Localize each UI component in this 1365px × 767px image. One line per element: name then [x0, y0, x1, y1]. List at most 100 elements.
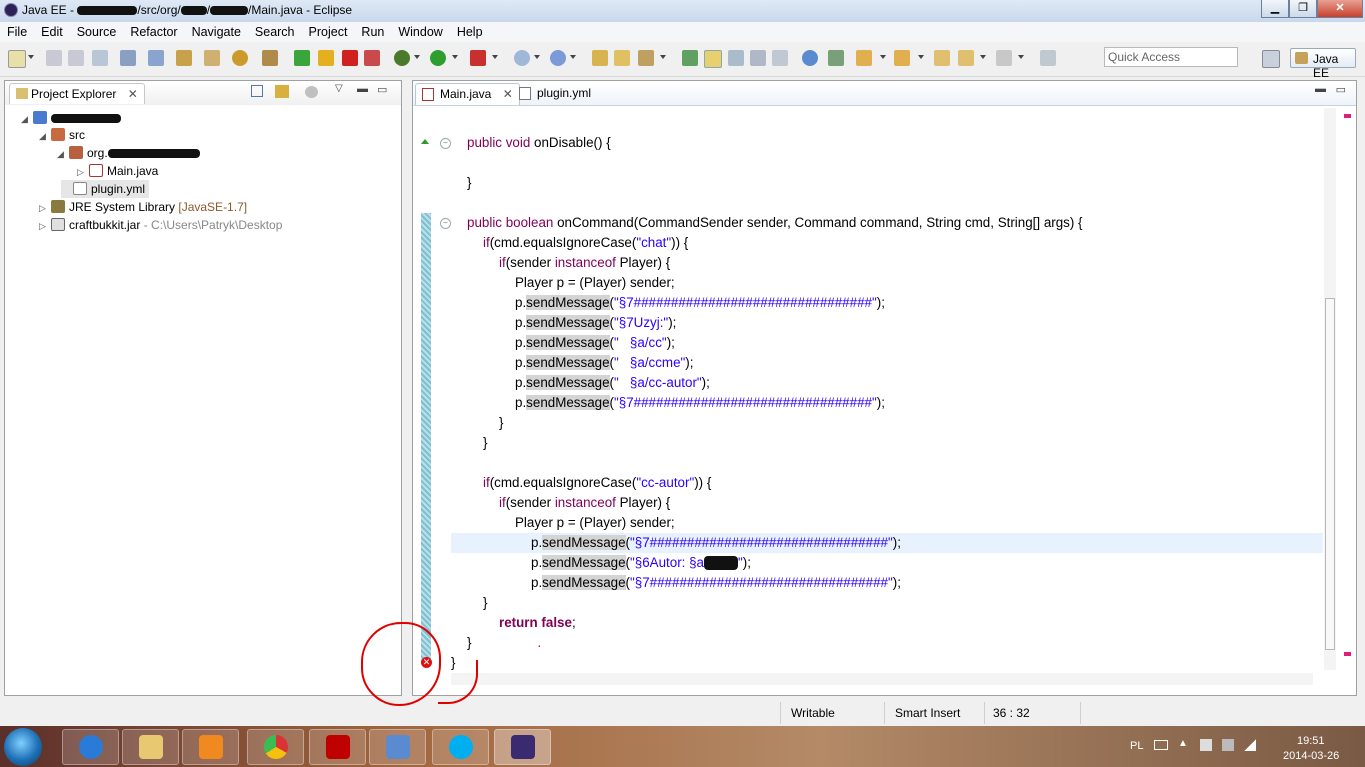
tree-craftbukkit[interactable]: ▷ craftbukkit.jar - C:\Users\Patryk\Deskt…: [39, 216, 282, 234]
tab-plugin-yml[interactable]: plugin.yml: [513, 83, 597, 104]
minimize-button[interactable]: ▁: [1261, 0, 1289, 18]
save-all-icon[interactable]: [68, 50, 84, 66]
vertical-scrollbar[interactable]: [1324, 108, 1336, 670]
annotation-icon[interactable]: [828, 50, 844, 66]
pencil-icon[interactable]: [638, 50, 654, 66]
fold-toggle-icon[interactable]: −: [440, 218, 451, 229]
code-line: public void onDisable() {: [467, 135, 611, 150]
menu-file[interactable]: File: [0, 25, 34, 39]
new-class-icon[interactable]: [550, 50, 566, 66]
external-tools-icon[interactable]: [176, 50, 192, 66]
paragraph-icon[interactable]: [772, 50, 788, 66]
print-icon[interactable]: [92, 50, 108, 66]
maximize-button[interactable]: ❐: [1289, 0, 1317, 18]
refresh-icon[interactable]: [232, 50, 248, 66]
disconnect-icon[interactable]: [364, 50, 380, 66]
tab-main-java[interactable]: Main.java ✕: [415, 83, 520, 105]
keyboard-icon[interactable]: [1154, 740, 1168, 750]
quick-access-input[interactable]: Quick Access: [1104, 47, 1238, 67]
close-tab-icon[interactable]: ✕: [128, 87, 138, 101]
maximize-view-icon[interactable]: ▭: [377, 83, 387, 96]
debug-icon[interactable]: [394, 50, 410, 66]
folder-icon[interactable]: [614, 50, 630, 66]
server-icon[interactable]: [262, 50, 278, 66]
tree-package[interactable]: ◢ org.: [57, 144, 200, 162]
taskbar-explorer[interactable]: [122, 729, 179, 765]
error-overview-marker[interactable]: [1344, 114, 1351, 118]
open-folder-icon[interactable]: [592, 50, 608, 66]
new-server-icon[interactable]: [514, 50, 530, 66]
view-menu-icon[interactable]: [305, 86, 318, 98]
save-icon[interactable]: [46, 50, 62, 66]
maximize-view-icon[interactable]: ▭: [1336, 83, 1346, 96]
taskbar-ie[interactable]: [62, 729, 119, 765]
menu-project[interactable]: Project: [302, 25, 355, 39]
open-perspective-icon[interactable]: [1262, 50, 1280, 68]
menu-source[interactable]: Source: [70, 25, 124, 39]
taskbar-chrome[interactable]: [247, 729, 304, 765]
show-hidden-icon[interactable]: ▲: [1178, 738, 1188, 749]
collapse-all-icon[interactable]: [251, 85, 263, 97]
toggle-icon[interactable]: [148, 50, 164, 66]
override-marker-icon[interactable]: [421, 139, 429, 144]
minimize-view-icon[interactable]: ▬: [357, 83, 368, 95]
tree-src[interactable]: ◢ src: [39, 126, 85, 144]
skip-breakpoints-icon[interactable]: [120, 50, 136, 66]
network-icon[interactable]: [1244, 739, 1256, 751]
taskbar-eclipse[interactable]: [494, 729, 551, 765]
language-indicator[interactable]: PL: [1130, 740, 1143, 752]
globe-icon[interactable]: [802, 50, 818, 66]
code-line: p.sendMessage(" §a/ccme");: [515, 355, 694, 370]
terminate-icon[interactable]: [342, 50, 358, 66]
tree-jre[interactable]: ▷ JRE System Library [JavaSE-1.7]: [39, 198, 247, 216]
tree-plugin-yml[interactable]: plugin.yml: [61, 180, 150, 198]
close-tab-icon[interactable]: ✕: [503, 87, 513, 101]
mark-occurrences-icon[interactable]: [704, 50, 722, 68]
open-type-icon[interactable]: [204, 50, 220, 66]
taskbar-filezilla[interactable]: [309, 729, 366, 765]
minimize-view-icon[interactable]: ▬: [1315, 83, 1326, 95]
horizontal-scrollbar[interactable]: [451, 673, 1313, 685]
search-tool-icon[interactable]: [682, 50, 698, 66]
link-editor-icon[interactable]: [275, 85, 289, 98]
tree-main-java[interactable]: ▷ Main.java: [77, 162, 158, 180]
suspend-icon[interactable]: [318, 50, 334, 66]
code-editor[interactable]: public void onDisable() { } public boole…: [451, 108, 1323, 674]
start-button[interactable]: [4, 728, 42, 766]
menu-navigate[interactable]: Navigate: [185, 25, 248, 39]
tree-project[interactable]: ◢: [21, 109, 121, 127]
taskbar-media[interactable]: [182, 729, 239, 765]
run-icon[interactable]: [430, 50, 446, 66]
taskbar-skype[interactable]: [432, 729, 489, 765]
tab-project-explorer[interactable]: Project Explorer ✕: [9, 83, 145, 104]
close-button[interactable]: ✕: [1317, 0, 1363, 18]
battery-icon[interactable]: [1222, 739, 1234, 751]
external-run-icon[interactable]: [470, 50, 486, 66]
clock-time[interactable]: 19:51: [1297, 735, 1325, 747]
chevron-down-icon[interactable]: ▽: [335, 83, 343, 94]
menu-help[interactable]: Help: [450, 25, 490, 39]
last-edit-icon[interactable]: [934, 50, 950, 66]
error-overview-marker[interactable]: [1344, 652, 1351, 656]
action-center-icon[interactable]: [1200, 739, 1212, 751]
resume-icon[interactable]: [294, 50, 310, 66]
system-tray: PL ▲ 19:51 2014-03-26: [1126, 726, 1365, 767]
menu-refactor[interactable]: Refactor: [123, 25, 184, 39]
block-selection-icon[interactable]: [728, 50, 744, 66]
taskbar-remote[interactable]: [369, 729, 426, 765]
menu-run[interactable]: Run: [354, 25, 391, 39]
show-whitespace-icon[interactable]: [750, 50, 766, 66]
perspective-java-ee[interactable]: Java EE: [1290, 48, 1356, 80]
menu-window[interactable]: Window: [391, 25, 449, 39]
prev-annotation-icon[interactable]: [894, 50, 910, 66]
menu-search[interactable]: Search: [248, 25, 302, 39]
fold-toggle-icon[interactable]: −: [440, 138, 451, 149]
clock-date[interactable]: 2014-03-26: [1283, 750, 1339, 762]
forward-icon[interactable]: [996, 50, 1012, 66]
new-icon[interactable]: [8, 50, 26, 68]
menu-edit[interactable]: Edit: [34, 25, 70, 39]
next-annotation-icon[interactable]: [856, 50, 872, 66]
scroll-thumb[interactable]: [1325, 298, 1335, 650]
pin-icon[interactable]: [1040, 50, 1056, 66]
back-icon[interactable]: [958, 50, 974, 66]
